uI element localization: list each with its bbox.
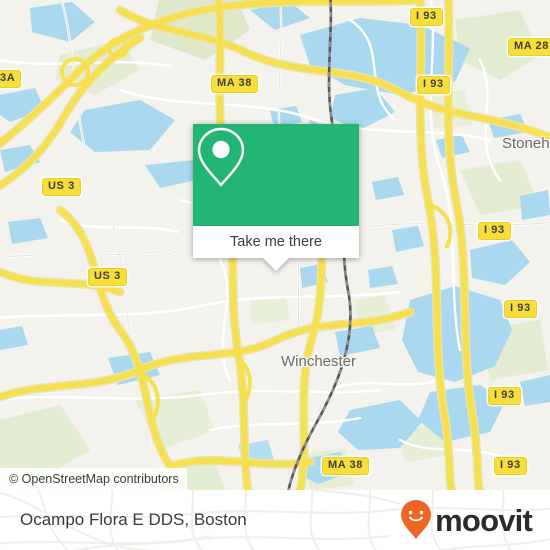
shield-i93-mid: I 93 bbox=[478, 222, 511, 240]
popup-action-bar[interactable]: Take me there bbox=[193, 226, 359, 258]
footer-bar: Ocampo Flora E DDS, Boston moovit bbox=[0, 490, 550, 550]
popup-tail bbox=[263, 258, 289, 271]
place-title: Ocampo Flora E DDS, Boston bbox=[20, 510, 247, 529]
town-label-stoneham: Stoneham bbox=[502, 135, 550, 152]
shield-i93-south: I 93 bbox=[494, 457, 527, 475]
osm-attribution[interactable]: © OpenStreetMap contributors bbox=[0, 468, 187, 490]
location-popup-card[interactable]: Take me there bbox=[193, 124, 359, 271]
moovit-map-screenshot: Winchester Stoneham I 93 MA 28 MA 38 I 9… bbox=[0, 0, 550, 550]
moovit-pin-smiley-icon bbox=[401, 500, 432, 539]
map-canvas[interactable]: Winchester Stoneham I 93 MA 28 MA 38 I 9… bbox=[0, 0, 550, 490]
shield-3a: 3A bbox=[0, 70, 22, 88]
shield-i93-lower2: I 93 bbox=[488, 387, 521, 405]
popup-icon-area bbox=[193, 124, 359, 226]
moovit-wordmark: moovit bbox=[435, 502, 533, 538]
shield-i93-upper: I 93 bbox=[417, 76, 450, 94]
shield-i93-lower: I 93 bbox=[504, 300, 537, 318]
shield-i93-north: I 93 bbox=[410, 8, 443, 26]
shield-us3-lower: US 3 bbox=[88, 268, 127, 286]
shield-us3-upper: US 3 bbox=[42, 178, 81, 196]
shield-ma38-north: MA 38 bbox=[211, 75, 258, 93]
shield-ma38-south: MA 38 bbox=[322, 457, 369, 475]
map-pin-icon bbox=[197, 127, 245, 187]
shield-ma28: MA 28 bbox=[508, 38, 550, 56]
town-label-winchester: Winchester bbox=[281, 353, 357, 370]
moovit-logo[interactable]: moovit bbox=[399, 499, 533, 541]
take-me-there-label: Take me there bbox=[230, 234, 322, 250]
